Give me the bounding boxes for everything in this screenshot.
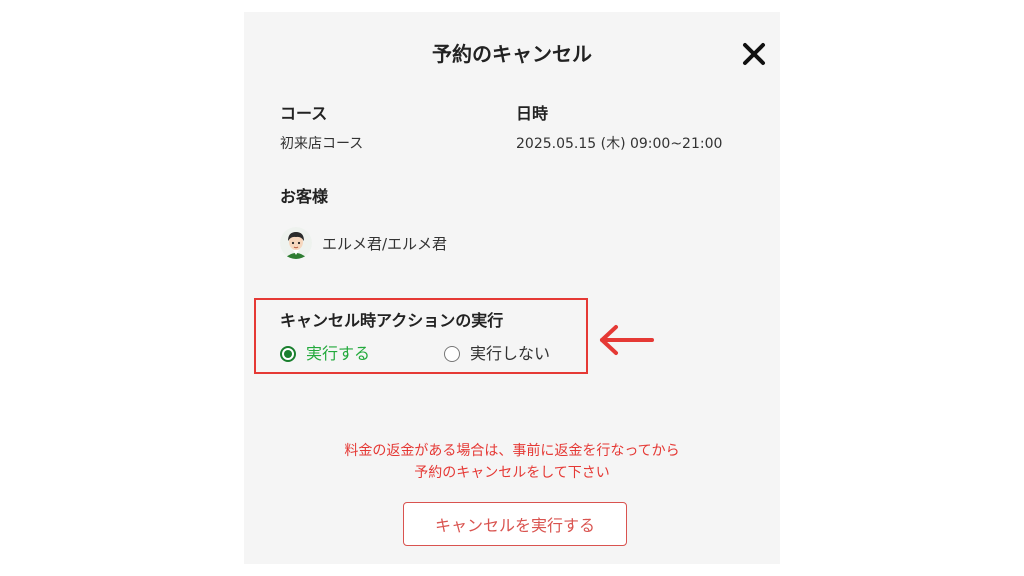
course-value: 初来店コース xyxy=(280,136,364,152)
radio-not-execute[interactable]: 実行しない xyxy=(444,344,550,364)
warning-line-1: 料金の返金がある場合は、事前に返金を行なってから xyxy=(344,443,680,459)
course-label: コース xyxy=(280,104,328,123)
modal-title: 予約のキャンセル xyxy=(432,42,592,66)
radio-unchecked-icon[interactable] xyxy=(444,346,460,362)
radio-checked-icon[interactable] xyxy=(280,346,296,362)
datetime-value: 2025.05.15 (木) 09:00~21:00 xyxy=(516,136,723,152)
customer-name: エルメ君/エルメ君 xyxy=(322,234,448,253)
radio-execute[interactable]: 実行する xyxy=(280,344,370,364)
customer-label: お客様 xyxy=(280,187,329,206)
cancel-action-section: キャンセル時アクションの実行 実行する 実行しない xyxy=(254,298,588,374)
radio-not-execute-label[interactable]: 実行しない xyxy=(470,344,550,364)
avatar xyxy=(280,227,312,259)
cancel-reservation-modal: 予約のキャンセル コース 初来店コース 日時 2025.05.15 (木) 09… xyxy=(244,12,780,564)
warning-line-2: 予約のキャンセルをして下さい xyxy=(414,465,610,481)
customer-row: エルメ君/エルメ君 xyxy=(280,226,447,260)
datetime-label: 日時 xyxy=(516,104,549,123)
arrow-left-icon xyxy=(596,322,656,358)
cancel-action-title: キャンセル時アクションの実行 xyxy=(280,311,504,330)
execute-cancel-button[interactable]: キャンセルを実行する xyxy=(403,502,627,546)
close-icon[interactable] xyxy=(740,40,768,68)
radio-execute-label[interactable]: 実行する xyxy=(306,344,370,364)
refund-warning: 料金の返金がある場合は、事前に返金を行なってから 予約のキャンセルをして下さい xyxy=(244,440,780,484)
